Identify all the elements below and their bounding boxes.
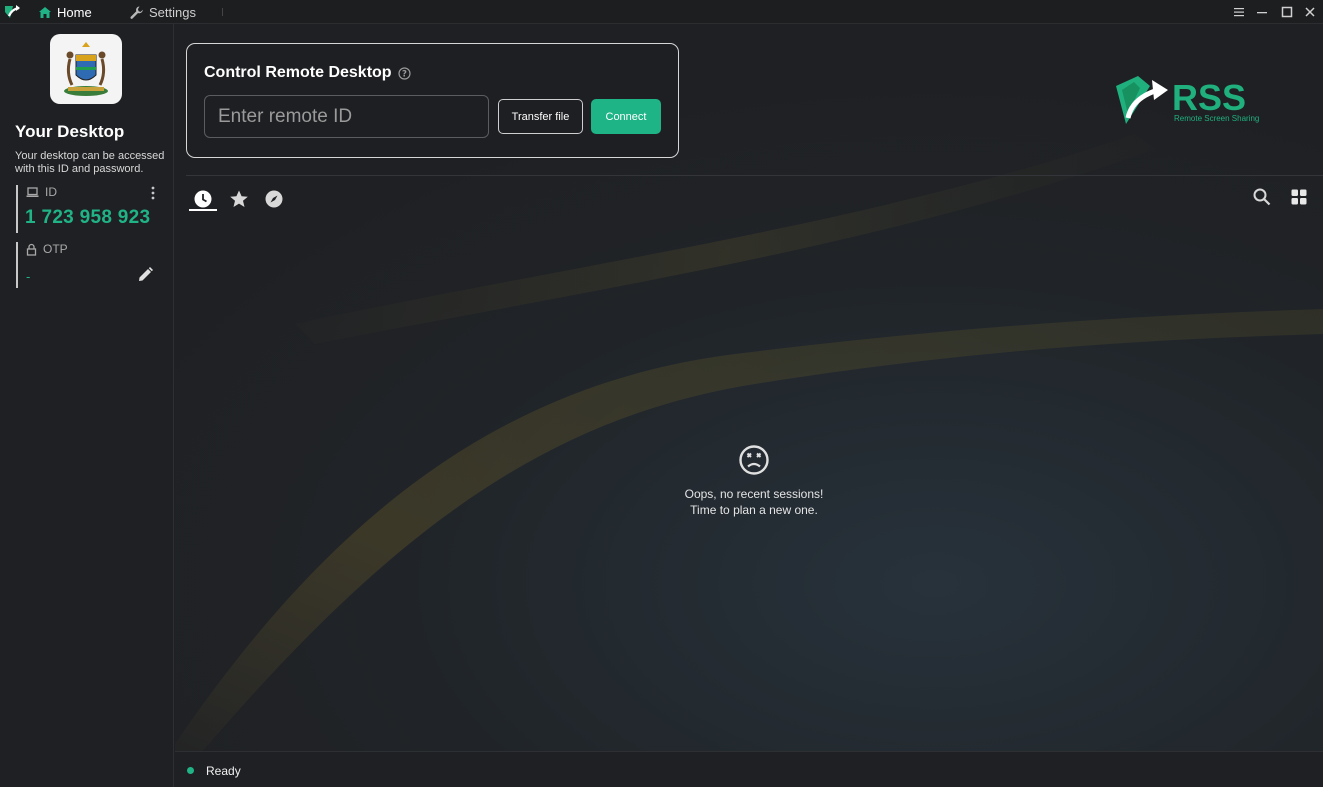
close-button[interactable]: [1298, 0, 1322, 24]
otp-label-row: OTP: [26, 242, 68, 256]
your-desktop-description: Your desktop can be accessed with this I…: [15, 150, 165, 175]
menu-button[interactable]: [1227, 0, 1251, 24]
help-icon[interactable]: ?: [397, 66, 411, 80]
control-card-title-text: Control Remote Desktop: [204, 64, 392, 81]
rss-logo-name: RSS: [1172, 77, 1246, 118]
status-bar: Ready: [175, 751, 1323, 787]
edit-pencil-icon[interactable]: [136, 266, 154, 284]
menu-icon: [1234, 8, 1244, 17]
tab-favorites[interactable]: [225, 185, 253, 213]
tab-settings[interactable]: Settings: [129, 0, 196, 24]
otp-value: -: [26, 269, 31, 284]
empty-message-line-2: Time to plan a new one.: [690, 503, 818, 517]
app-logo-icon: [5, 5, 20, 18]
maximize-button[interactable]: [1275, 0, 1299, 24]
otp-label: OTP: [43, 242, 68, 256]
id-label-row: ID: [26, 185, 57, 199]
lock-icon: [26, 243, 37, 256]
transfer-file-button[interactable]: Transfer file: [498, 99, 583, 134]
rss-logo: RSS Remote Screen Sharing: [1116, 76, 1259, 124]
recent-icon: [194, 190, 212, 208]
tab-home[interactable]: Home: [38, 0, 92, 24]
discovered-icon: [265, 190, 283, 208]
close-icon: [1305, 7, 1315, 17]
grid-view-icon[interactable]: [1290, 188, 1308, 206]
more-options-icon[interactable]: [148, 185, 158, 201]
wrench-icon: [130, 6, 143, 19]
control-remote-card: Control Remote Desktop ? Transfer file C…: [186, 43, 679, 158]
empty-message-line-1: Oops, no recent sessions!: [684, 487, 824, 501]
tab-discovered[interactable]: [260, 185, 288, 213]
section-divider: [186, 175, 1323, 176]
maximize-icon: [1281, 6, 1293, 18]
main-panel: Control Remote Desktop ? Transfer file C…: [175, 24, 1323, 751]
svg-text:?: ?: [402, 69, 407, 79]
your-desktop-title: Your Desktop: [15, 122, 125, 141]
favorites-icon: [230, 190, 248, 207]
search-icon[interactable]: [1252, 187, 1272, 207]
active-tab-indicator: [189, 209, 217, 211]
minimize-button[interactable]: [1250, 0, 1274, 24]
status-indicator-dot: [187, 767, 194, 774]
minimize-icon: [1257, 12, 1267, 14]
tab-separator: [222, 8, 223, 16]
empty-sessions-message: Oops, no recent sessions! Time to plan a…: [635, 444, 873, 518]
title-bar: Home Settings: [0, 0, 1323, 24]
status-text: Ready: [206, 764, 241, 778]
tab-settings-label: Settings: [149, 4, 196, 20]
coat-of-arms-icon: [64, 42, 108, 96]
sidebar: Your Desktop Your desktop can be accesse…: [0, 24, 174, 787]
id-section: ID 1 723 958 923: [16, 185, 166, 233]
rss-logo-tagline: Remote Screen Sharing: [1174, 114, 1259, 123]
id-label: ID: [45, 185, 57, 199]
id-value[interactable]: 1 723 958 923: [25, 207, 150, 229]
control-card-title: Control Remote Desktop ?: [204, 64, 411, 82]
laptop-icon: [26, 186, 39, 197]
remote-id-input[interactable]: [204, 95, 489, 138]
sad-face-icon: [739, 445, 769, 475]
coat-of-arms-logo: [50, 34, 122, 104]
connect-button[interactable]: Connect: [591, 99, 661, 134]
tab-home-label: Home: [57, 4, 92, 20]
home-icon: [39, 6, 51, 18]
otp-section: OTP -: [16, 242, 166, 288]
